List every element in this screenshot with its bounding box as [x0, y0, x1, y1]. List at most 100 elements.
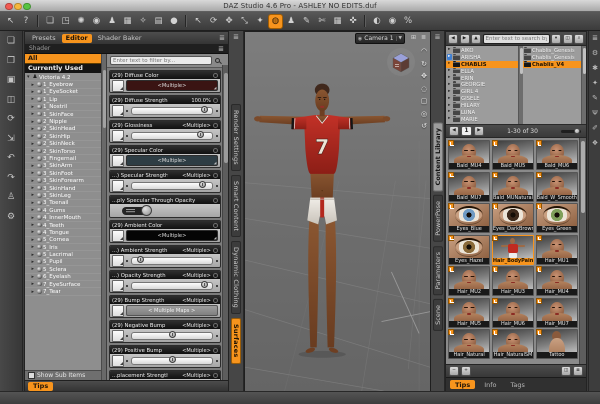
property-slider[interactable] [131, 281, 213, 290]
slider-knob[interactable] [574, 128, 580, 134]
zoom-out-button[interactable]: − [449, 366, 459, 376]
thumbnail-bald-munatural[interactable]: Bald_MUNatural [491, 171, 535, 202]
slider-knob[interactable] [168, 356, 176, 363]
surface-item-5-iris[interactable]: ▸ 5_Iris [25, 244, 101, 252]
expand-arrow-icon[interactable]: ▸ [32, 259, 36, 265]
search-icon[interactable] [214, 57, 221, 64]
frame-icon[interactable]: ▢ [419, 97, 429, 106]
thumbnail-bald-mu6[interactable]: Bald_MU6 [535, 140, 578, 170]
property-settings-icon[interactable] [213, 347, 218, 353]
folder-erin[interactable]: ▸ ERIN [446, 74, 518, 82]
surface-item-4-teeth[interactable]: ▸ 4_Teeth [25, 222, 101, 230]
expand-arrow-icon[interactable]: ▸ [447, 68, 452, 74]
viewport-options-icon[interactable]: ⊞ [411, 34, 416, 41]
subfolder-chablis-genesis-1[interactable]: Chablis_Genesis 1 [523, 53, 581, 61]
folder-arisha[interactable]: ▸ ARISHA [446, 53, 518, 61]
folder-luna[interactable]: ▸ LUNA [446, 108, 518, 116]
create-plane-icon[interactable]: ▤ [152, 15, 165, 28]
zoom-in-button[interactable]: + [461, 366, 471, 376]
currently-used-row[interactable]: Currently Used [25, 64, 101, 73]
surface-item-1-nostril[interactable]: ▸ 1_Nostril [25, 104, 101, 111]
dock-tab-surfaces[interactable]: Surfaces [231, 318, 241, 364]
tab-shader-baker[interactable]: Shader Baker [94, 34, 146, 43]
expand-arrow-icon[interactable]: ▸ [32, 119, 36, 125]
active-pose-tool-icon[interactable]: ✦ [254, 15, 267, 28]
thumbnail-eyes-darkbrown[interactable]: Eyes_DarkBrown [491, 203, 535, 233]
aim-icon[interactable]: ◎ [419, 110, 429, 119]
tools-icon[interactable]: ❖ [592, 139, 598, 148]
thumbnail-bald-mu7[interactable]: Bald_MU7 [448, 171, 491, 202]
tab-tips[interactable]: Tips [450, 380, 476, 389]
surface-item-6-eyelash[interactable]: ▸ 6_Eyelash [25, 274, 101, 281]
export-icon[interactable]: ⇲ [4, 133, 18, 146]
create-camera-icon[interactable]: ◉ [90, 15, 103, 28]
surface-item-7-eyesurface[interactable]: ▸ 7_EyeSurface [25, 281, 101, 289]
expand-arrow-icon[interactable]: ▸ [32, 289, 36, 295]
thumbnail-eyes-blue[interactable]: Eyes_Blue [448, 203, 491, 233]
create-group-icon[interactable]: ▦ [121, 15, 134, 28]
create-primitive-icon[interactable]: ◳ [59, 15, 72, 28]
thumbnail-grid-scrollbar[interactable] [579, 138, 586, 364]
color-swatch[interactable]: <Multiple> [126, 80, 218, 91]
expand-arrow-icon[interactable]: ▸ [447, 61, 452, 67]
subfolder-list-scrollbar[interactable] [581, 46, 586, 124]
property-settings-icon[interactable] [213, 247, 218, 253]
dock-tab-content-library[interactable]: Content Library [432, 122, 443, 192]
expand-arrow-icon[interactable]: ▸ [32, 178, 36, 184]
property-settings-icon[interactable] [213, 322, 218, 328]
new-file-icon[interactable]: ❏ [4, 35, 18, 48]
surface-item-5-cornea[interactable]: ▸ 5_Cornea [25, 237, 101, 244]
grid-snap-icon[interactable]: ▦ [331, 15, 344, 28]
rotate-camera-icon[interactable]: ↻ [419, 60, 429, 69]
close-button[interactable] [5, 2, 13, 11]
nav-forward-button[interactable]: ▶ [459, 33, 470, 44]
surface-item-2-skinhead[interactable]: ▸ 2_SkinHead [25, 126, 101, 134]
slider-knob[interactable] [198, 181, 206, 188]
slider-knob[interactable] [136, 256, 144, 263]
smart-content-icon[interactable]: ✱ [592, 64, 598, 73]
surface-item-3-skinforearm[interactable]: ▸ 3_SkinForearm [25, 177, 101, 185]
prev-page-button[interactable]: ◀ [449, 126, 459, 136]
viewport-canvas[interactable]: 7 ◉ Camera 1 ▼ ⊞ ≣ ◠ ↻ ✥ ◌ ▢ ◎ ↺ [244, 31, 431, 392]
tab-presets[interactable]: Presets [28, 34, 60, 43]
create-sphere-icon[interactable]: ● [168, 15, 181, 28]
thumbnail-hair-mu6[interactable]: Hair_MU6 [491, 297, 535, 328]
content-search-input[interactable] [482, 33, 550, 44]
thumbnail-size-slider[interactable] [561, 128, 581, 134]
dock-tab-powerpose[interactable]: PowerPose [432, 195, 443, 243]
property-settings-icon[interactable] [213, 122, 218, 128]
thumbnail-bald-w-smooth[interactable]: Bald_W_Smooth [535, 171, 578, 202]
create-node-icon[interactable]: ✧ [137, 15, 150, 28]
dock-tab-dynamic-clothing[interactable]: Dynamic Clothing [231, 241, 241, 315]
expand-arrow-icon[interactable]: ▸ [32, 266, 36, 272]
expand-arrow-icon[interactable]: ▸ [32, 141, 36, 147]
figure-ashley[interactable]: 7 [254, 83, 391, 358]
render-settings-icon[interactable]: % [402, 15, 415, 28]
property-settings-icon[interactable] [213, 97, 218, 103]
folder-marie[interactable]: ▸ MARIE [446, 115, 518, 123]
powerpose-tool-icon[interactable]: ♟ [285, 15, 298, 28]
texture-map-button[interactable] [112, 229, 124, 242]
open-file-icon[interactable]: ❐ [4, 55, 18, 68]
expand-arrow-icon[interactable]: ▸ [32, 222, 36, 228]
expand-arrow-icon[interactable]: ▸ [32, 155, 36, 161]
expand-arrow-icon[interactable]: ▸ [32, 185, 36, 191]
tab-tags[interactable]: Tags [506, 380, 530, 389]
color-swatch[interactable]: <Multiple> [126, 155, 218, 166]
thumbnail-hair-mu3[interactable]: Hair_MU3 [491, 266, 535, 296]
geometry-editor-icon[interactable]: ✎ [300, 15, 313, 28]
thumbnail-hair-mu5[interactable]: Hair_MU5 [448, 297, 491, 328]
tab-editor[interactable]: Editor [61, 33, 92, 43]
texture-map-button[interactable] [112, 254, 124, 267]
toggle-knob[interactable] [141, 205, 152, 216]
surface-item-1-skinface[interactable]: ▸ 1_SkinFace [25, 111, 101, 119]
expand-arrow-icon[interactable]: ▸ [447, 89, 452, 95]
texture-map-button[interactable] [112, 104, 124, 117]
pane-menu-icon[interactable]: ≣ [435, 33, 441, 42]
property-list-scrollbar[interactable] [222, 65, 228, 380]
subfolder-chablis-genesis[interactable]: Chablis_Genesis [523, 46, 581, 54]
zoom-button[interactable] [23, 2, 31, 11]
show-sub-items-row[interactable]: Show Sub Items [25, 370, 101, 380]
create-figure-icon[interactable]: ♟ [106, 15, 119, 28]
thumbnail-bald-mu5[interactable]: Bald_MU5 [491, 140, 535, 170]
